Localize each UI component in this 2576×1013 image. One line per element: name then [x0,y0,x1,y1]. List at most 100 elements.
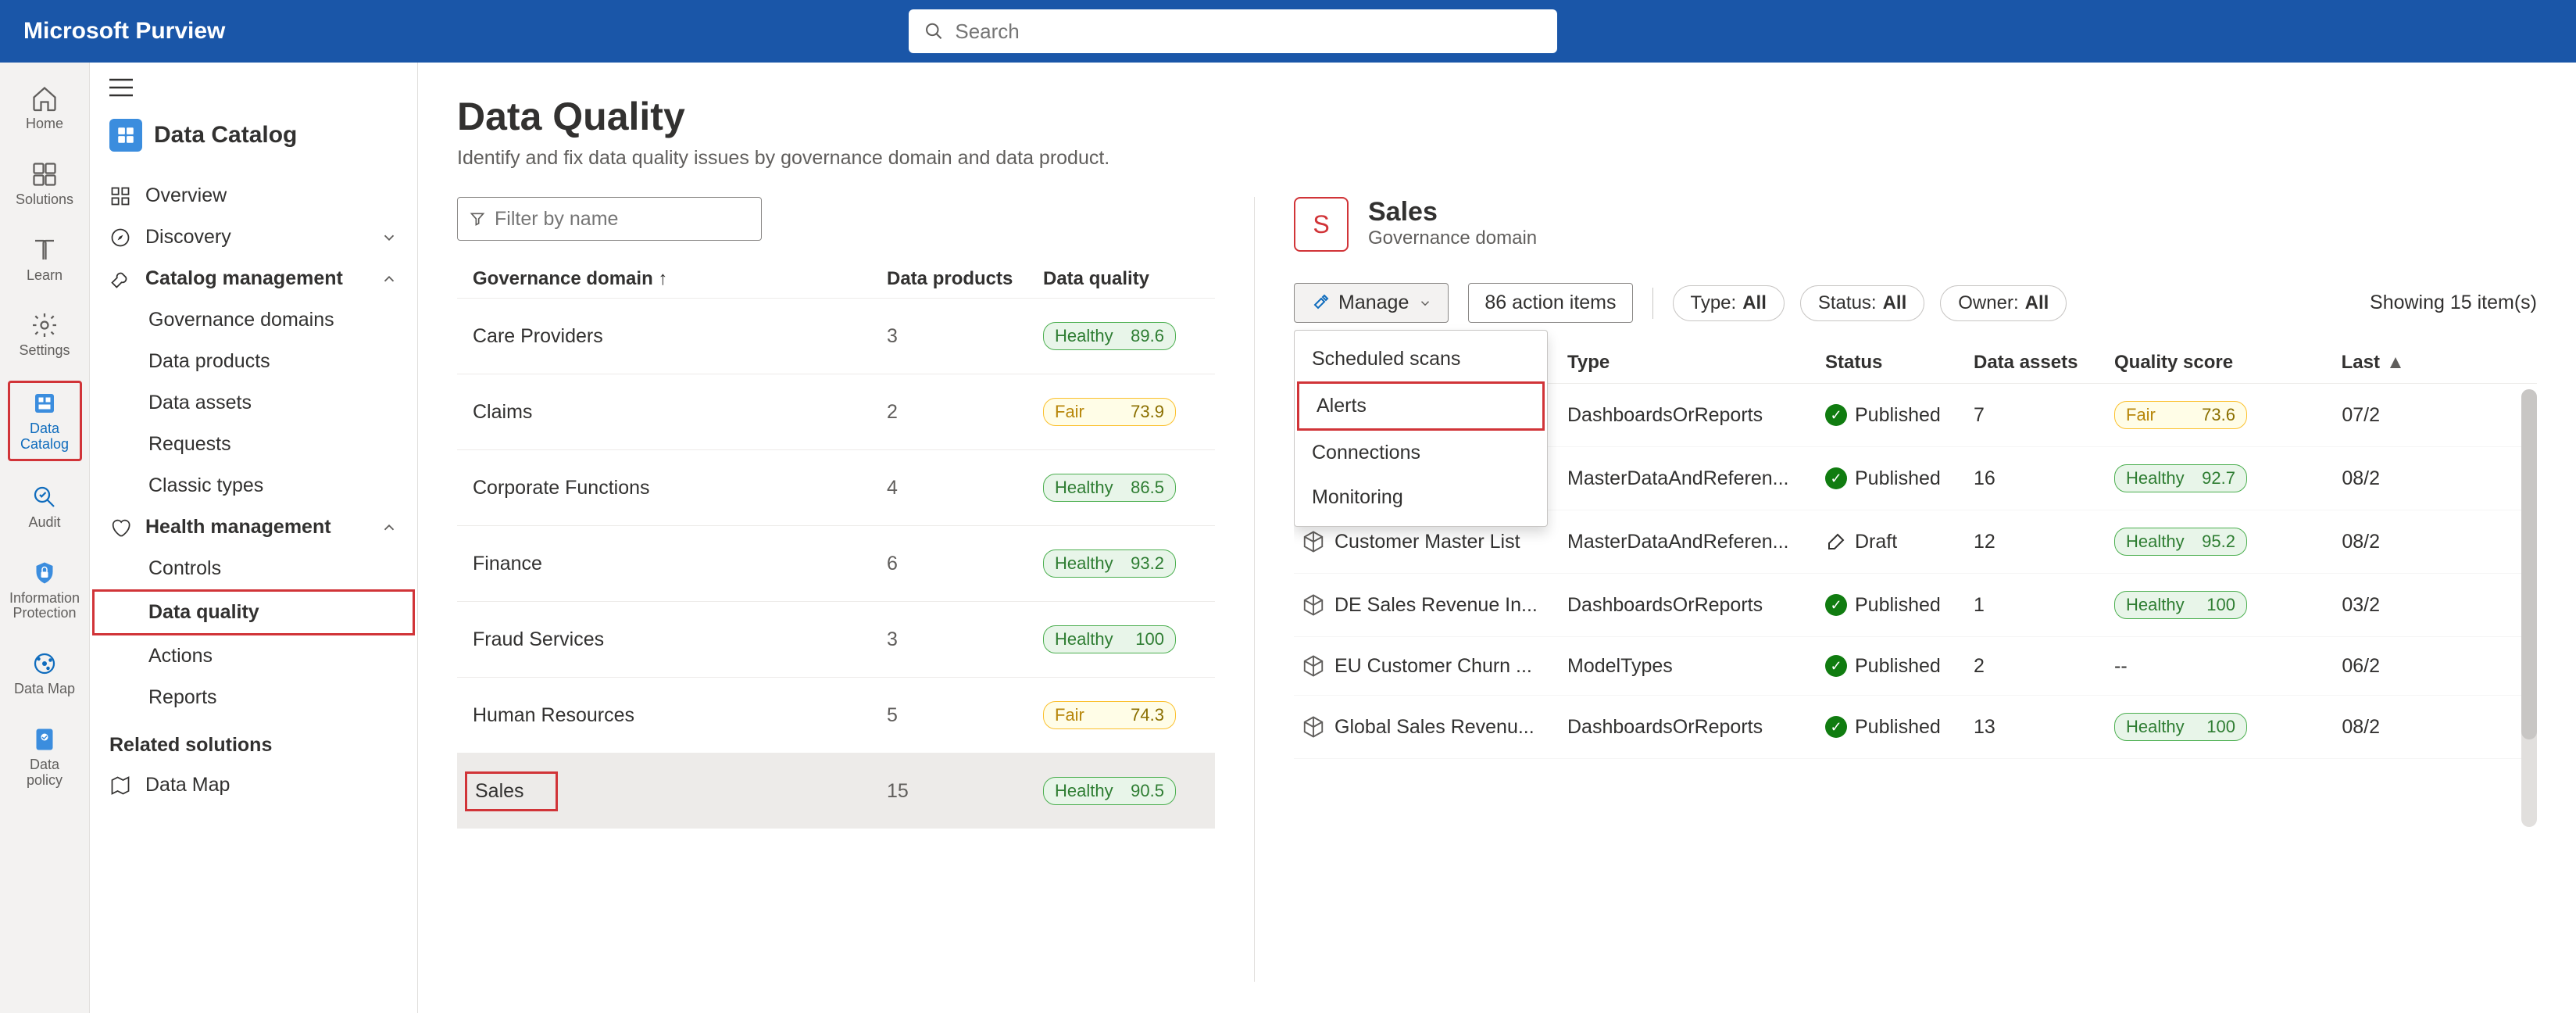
product-last: 08/2 [2294,467,2380,490]
table-row[interactable]: DE Sales Revenue In... DashboardsOrRepor… [1294,574,2537,637]
col-data-products[interactable]: Data products [887,268,1043,290]
quality-badge: Fair73.6 [2114,401,2247,429]
nav-gov-domains[interactable]: Governance domains [90,299,417,341]
product-assets: 2 [1974,655,2114,678]
product-last: 06/2 [2294,655,2380,678]
nav-data-assets[interactable]: Data assets [90,382,417,424]
domain-name: Finance [473,553,542,575]
filter-pill[interactable]: Owner: All [1940,285,2067,321]
settings-icon [30,311,59,339]
domain-row[interactable]: Sales 15 Healthy90.5 [457,753,1215,829]
rail-solutions[interactable]: Solutions [8,154,82,214]
nav-data-quality[interactable]: Data quality [92,589,415,635]
map-icon [109,775,131,796]
nav-requests[interactable]: Requests [90,424,417,465]
col-last[interactable]: Last [2294,352,2380,374]
filter-box[interactable] [457,197,762,241]
product-type: MasterDataAndReferen... [1567,531,1825,553]
main-content: Data Quality Identify and fix data quali… [418,63,2576,1013]
domain-avatar: S [1294,197,1349,252]
nav-controls[interactable]: Controls [90,548,417,589]
domain-row[interactable]: Fraud Services 3 Healthy100 [457,601,1215,677]
published-icon: ✓ [1825,404,1847,426]
quality-badge: Fair73.9 [1043,398,1176,426]
hamburger-button[interactable] [90,78,417,99]
col-type[interactable]: Type [1567,352,1825,374]
rail-data-catalog[interactable]: Data Catalog [8,381,82,461]
rail-settings[interactable]: Settings [8,305,82,365]
product-last: 08/2 [2294,531,2380,553]
nav-label: Discovery [145,226,231,249]
vertical-divider [1254,197,1255,982]
col-quality-score[interactable]: Quality score [2114,352,2294,374]
quality-badge: Fair74.3 [1043,701,1176,729]
rail-label: Information Protection [9,591,80,622]
action-items-button[interactable]: 86 action items [1468,283,1632,323]
nav-catalog-mgmt[interactable]: Catalog management [90,258,417,299]
wrench-icon [109,268,131,290]
domain-name: Human Resources [473,704,634,726]
nav-label: Requests [148,433,231,456]
nav-overview[interactable]: Overview [90,175,417,217]
published-icon: ✓ [1825,467,1847,489]
nav-label: Classic types [148,474,263,497]
rail-data-map[interactable]: Data Map [8,643,82,703]
domain-row[interactable]: Finance 6 Healthy93.2 [457,525,1215,601]
nav-data-products[interactable]: Data products [90,341,417,382]
domain-row[interactable]: Human Resources 5 Fair74.3 [457,677,1215,753]
cube-icon [1302,715,1325,739]
rail-label: Data Catalog [13,421,77,453]
table-row[interactable]: EU Customer Churn ... ModelTypes ✓Publis… [1294,637,2537,696]
draft-icon [1825,531,1847,553]
col-status[interactable]: Status [1825,352,1974,374]
domain-row[interactable]: Care Providers 3 Healthy89.6 [457,298,1215,374]
filter-input[interactable] [495,208,749,231]
domain-row[interactable]: Corporate Functions 4 Healthy86.5 [457,449,1215,525]
rail-data-policy[interactable]: Data policy [8,719,82,795]
rail-audit[interactable]: Audit [8,477,82,537]
search-input[interactable] [955,20,1541,44]
dropdown-item[interactable]: Alerts [1297,381,1545,431]
data-catalog-title: Data Catalog [154,122,297,149]
sort-indicator[interactable]: ▲ [2380,352,2411,374]
rail-home[interactable]: Home [8,78,82,138]
nav-health-mgmt[interactable]: Health management [90,506,417,548]
nav-label: Controls [148,557,221,580]
table-scrollbar[interactable] [2521,389,2537,827]
product-name: Customer Master List [1334,531,1520,553]
manage-button[interactable]: Manage [1294,283,1449,323]
scrollbar-thumb[interactable] [2521,389,2537,739]
quality-badge: Healthy100 [1043,625,1176,653]
table-row[interactable]: Global Sales Revenu... DashboardsOrRepor… [1294,696,2537,759]
quality-badge: Healthy86.5 [1043,474,1176,502]
nav-classic-types[interactable]: Classic types [90,465,417,506]
col-data-quality[interactable]: Data quality [1043,268,1199,290]
product-status: Published [1855,404,1941,427]
filter-pill[interactable]: Type: All [1673,285,1785,321]
rail-label: Data policy [11,757,79,789]
nav-discovery[interactable]: Discovery [90,217,417,258]
nav-label: Data assets [148,392,252,414]
rail-learn[interactable]: Learn [8,230,82,290]
domain-name: Fraud Services [473,628,604,650]
rail-info-protection[interactable]: Information Protection [8,553,82,628]
product-status: Published [1855,467,1941,490]
product-type: ModelTypes [1567,655,1825,678]
dropdown-item[interactable]: Scheduled scans [1295,337,1547,381]
data-map-icon [30,650,59,678]
col-data-assets[interactable]: Data assets [1974,352,2114,374]
dropdown-item[interactable]: Connections [1295,431,1547,475]
domain-name: Corporate Functions [473,477,650,499]
nav-actions[interactable]: Actions [90,635,417,677]
domain-row[interactable]: Claims 2 Fair73.9 [457,374,1215,449]
related-data-map[interactable]: Data Map [90,764,417,806]
top-bar: Microsoft Purview [0,0,2576,63]
nav-label: Catalog management [145,267,343,290]
nav-reports[interactable]: Reports [90,677,417,718]
col-governance-domain[interactable]: Governance domain ↑ [473,268,887,290]
global-search[interactable] [909,9,1557,53]
dropdown-item[interactable]: Monitoring [1295,475,1547,520]
wrench-icon [1310,294,1329,313]
domain-title: Sales [1368,197,1537,227]
filter-pill[interactable]: Status: All [1800,285,1924,321]
